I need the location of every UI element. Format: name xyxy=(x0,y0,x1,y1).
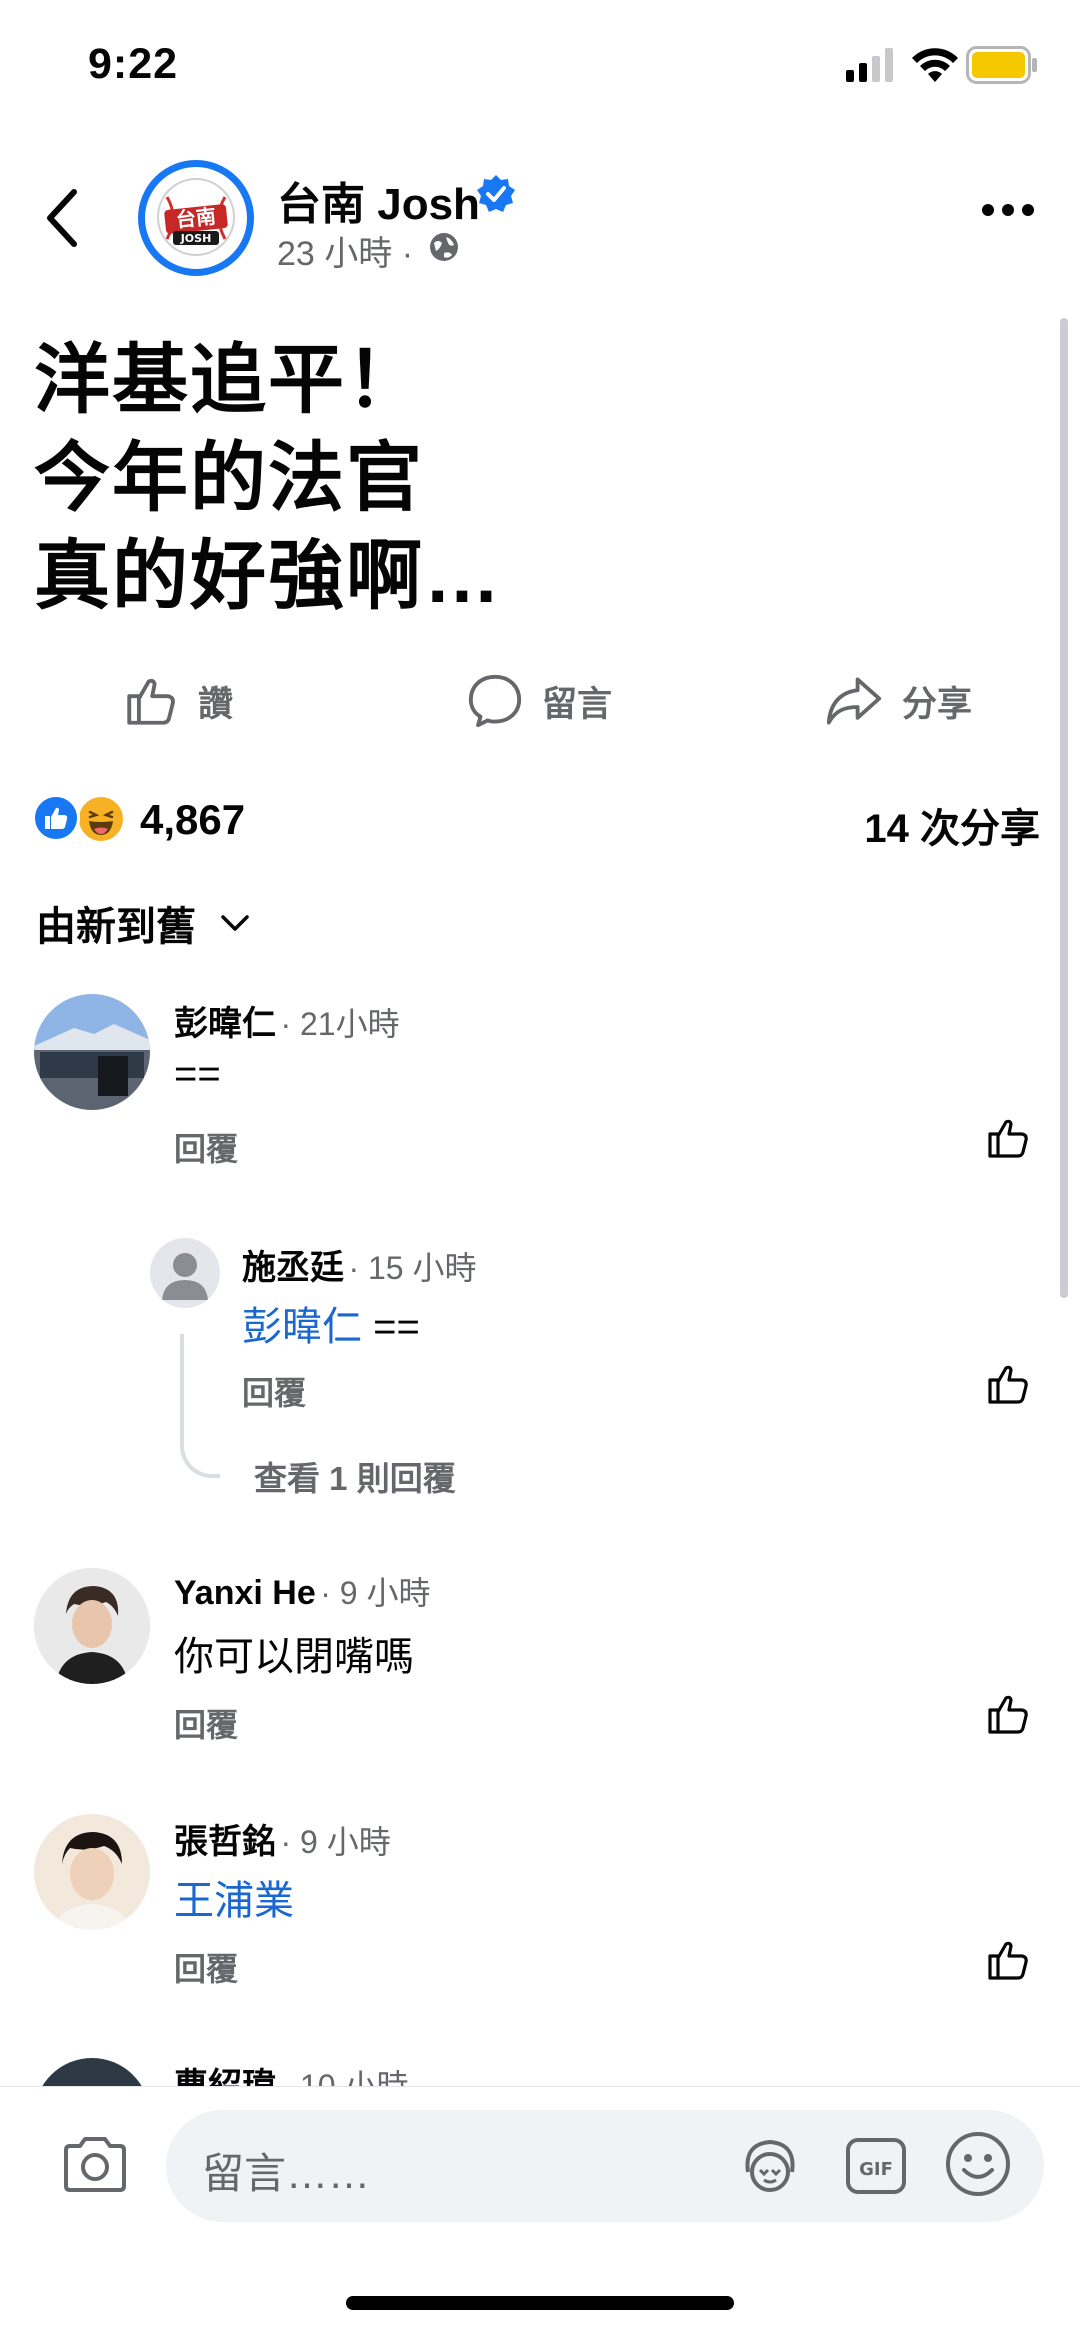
emoji-icon[interactable] xyxy=(944,2130,1012,2198)
commenter-avatar[interactable] xyxy=(34,1568,150,1684)
commenter-name[interactable]: 施丞廷 xyxy=(242,1249,344,1287)
mention-link[interactable]: 王浦業 xyxy=(174,1879,294,1923)
gif-icon[interactable]: GIF xyxy=(844,2134,908,2198)
comment-like-icon[interactable] xyxy=(984,1690,1032,1738)
svg-text:JOSH: JOSH xyxy=(180,232,212,245)
page-avatar[interactable]: 台南 JOSH xyxy=(138,160,254,276)
sort-dropdown[interactable]: 由新到舊 xyxy=(36,894,250,952)
home-indicator[interactable] xyxy=(346,2296,734,2310)
comment-like-icon[interactable] xyxy=(984,1936,1032,1984)
comment-text: 彭暐仁 == xyxy=(242,1294,420,1352)
commenter-name[interactable]: Yanxi He xyxy=(174,1574,316,1612)
comment-header: 張哲銘 · 9 小時 xyxy=(174,1814,391,1863)
back-arrow-icon[interactable] xyxy=(40,186,90,250)
post-text: 洋基追平！ 今年的法官 真的好強啊… xyxy=(34,338,502,619)
chevron-down-icon xyxy=(221,915,249,931)
haha-reaction-icon xyxy=(76,794,126,844)
comment-text: == xyxy=(174,1052,221,1096)
wifi-icon xyxy=(912,48,958,82)
comment-time: · 15 小時 xyxy=(348,1250,477,1286)
post-time: 23 小時 · xyxy=(277,235,414,273)
commenter-name[interactable]: 彭暐仁 xyxy=(174,1005,276,1043)
comment-text: 王浦業 xyxy=(174,1868,294,1926)
comment-bubble-icon xyxy=(468,674,522,728)
reaction-count[interactable]: 4,867 xyxy=(140,796,245,844)
reply-header: 施丞廷 · 15 小時 xyxy=(242,1240,477,1289)
comment-label: 留言 xyxy=(542,684,613,724)
comment-button[interactable]: 留言 xyxy=(466,672,612,730)
comment-placeholder: 留言…… xyxy=(202,2150,371,2197)
cellular-signal-icon xyxy=(846,48,893,82)
avatar-sticker-icon[interactable] xyxy=(738,2134,802,2198)
like-reaction-icon xyxy=(32,794,80,842)
scrollbar[interactable] xyxy=(1060,318,1068,1298)
status-time: 9:22 xyxy=(88,40,179,88)
camera-icon[interactable] xyxy=(60,2134,130,2194)
thumbs-up-icon xyxy=(127,678,175,725)
commenter-name[interactable]: 張哲銘 xyxy=(174,1823,276,1861)
share-label: 分享 xyxy=(902,684,973,724)
comment-header: 彭暐仁 · 21小時 xyxy=(174,996,400,1045)
comment-header: Yanxi He · 9 小時 xyxy=(174,1568,430,1614)
baseball-logo-icon: 台南 JOSH xyxy=(157,178,235,256)
verified-badge-icon xyxy=(477,175,515,212)
like-button[interactable]: 讚 xyxy=(122,672,233,730)
sort-label: 由新到舊 xyxy=(36,905,196,949)
reply-button[interactable]: 回覆 xyxy=(242,1368,306,1414)
like-label: 讚 xyxy=(198,684,234,724)
building-photo-icon xyxy=(34,994,150,1110)
more-options-icon[interactable] xyxy=(980,200,1036,220)
default-avatar[interactable] xyxy=(150,1238,220,1308)
comment-text: 你可以閉嘴嗎 xyxy=(174,1635,414,1679)
comment-time: · 21小時 xyxy=(280,1006,400,1042)
comment-like-icon[interactable] xyxy=(984,1114,1032,1162)
portrait-photo-icon xyxy=(34,1568,150,1684)
mention-link[interactable]: 彭暐仁 xyxy=(242,1305,362,1349)
portrait-photo-icon xyxy=(34,1814,150,1930)
commenter-avatar[interactable] xyxy=(34,994,150,1110)
svg-text:GIF: GIF xyxy=(859,2159,893,2180)
share-count[interactable]: 14 次分享 xyxy=(864,796,1040,854)
share-button[interactable]: 分享 xyxy=(824,672,972,730)
thread-connector xyxy=(180,1334,220,1478)
globe-icon xyxy=(430,233,458,261)
svg-text:台南: 台南 xyxy=(175,204,217,232)
reply-button[interactable]: 回覆 xyxy=(174,1700,238,1746)
share-arrow-icon xyxy=(826,677,882,725)
commenter-avatar[interactable] xyxy=(34,1814,150,1930)
battery-icon xyxy=(966,46,1037,84)
view-more-replies[interactable]: 查看 1 則回覆 xyxy=(254,1452,456,1500)
reply-button[interactable]: 回覆 xyxy=(174,1944,238,1990)
reply-button[interactable]: 回覆 xyxy=(174,1124,238,1170)
comment-time: · 9 小時 xyxy=(280,1824,391,1860)
comment-time: · 9 小時 xyxy=(320,1575,431,1611)
person-silhouette-icon xyxy=(162,1253,208,1300)
comment-body: == xyxy=(362,1305,420,1349)
page-name[interactable]: 台南 Josh xyxy=(277,168,480,232)
comment-like-icon[interactable] xyxy=(984,1360,1032,1408)
